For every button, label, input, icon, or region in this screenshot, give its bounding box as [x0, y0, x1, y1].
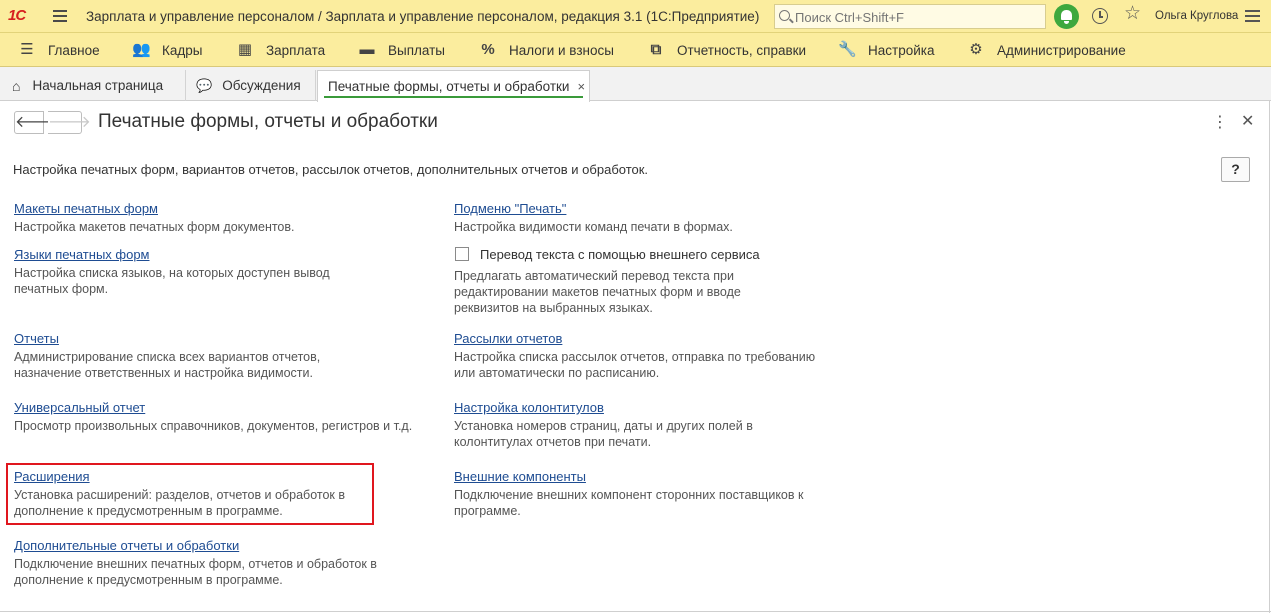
section-label: Отчетность, справки [677, 42, 807, 58]
print-form-languages-link[interactable]: Языки печатных форм [14, 247, 150, 262]
section-label: Кадры [162, 42, 203, 58]
percent-icon: % [481, 41, 495, 58]
section-main[interactable]: ☰ Главное [18, 33, 100, 67]
extensions-highlight-frame [6, 463, 374, 525]
page-title: Печатные формы, отчеты и обработки [98, 111, 438, 132]
section-salary[interactable]: ▦ Зарплата [236, 33, 325, 67]
help-button[interactable]: ? [1221, 157, 1250, 182]
search-box[interactable] [774, 4, 1046, 29]
app-title: Зарплата и управление персоналом / Зарпл… [86, 9, 760, 24]
list-item: Универсальный отчет Просмотр произвольны… [14, 400, 413, 433]
section-reporting[interactable]: ⧉ Отчетность, справки [647, 33, 806, 67]
section-label: Настройка [868, 42, 935, 58]
section-taxes[interactable]: % Налоги и взносы [479, 33, 614, 67]
print-submenu-link[interactable]: Подменю "Печать" [454, 201, 566, 216]
section-label: Выплаты [388, 42, 445, 58]
open-windows-tabs: ⌂ Начальная страница 💬 Обсуждения Печатн… [0, 67, 1271, 102]
reports-link[interactable]: Отчеты [14, 331, 59, 346]
print-form-templates-link[interactable]: Макеты печатных форм [14, 201, 158, 216]
section-payments[interactable]: ▬ Выплаты [358, 33, 446, 67]
list-item: Подменю "Печать" Настройка видимости ком… [454, 201, 733, 234]
section-hr[interactable]: 👥 Кадры [132, 33, 202, 67]
section-administration[interactable]: ⚙ Администрирование [967, 33, 1126, 67]
tab-print-forms[interactable]: Печатные формы, отчеты и обработки × [317, 70, 590, 102]
tab-label: Обсуждения [222, 78, 301, 93]
tab-home[interactable]: ⌂ Начальная страница [0, 70, 186, 101]
section-label: Налоги и взносы [509, 42, 614, 58]
chat-icon: 💬 [196, 77, 213, 93]
forward-button[interactable]: 🡒 [48, 111, 91, 134]
list-item: Рассылки отчетов Настройка списка рассыл… [454, 331, 816, 380]
external-components-link[interactable]: Внешние компоненты [454, 469, 586, 484]
close-tab-icon[interactable]: × [577, 79, 585, 94]
menu-icon: ☰ [20, 41, 34, 58]
title-bar: 1С Зарплата и управление персоналом / За… [0, 0, 1271, 33]
sections-panel: ☰ Главное 👥 Кадры ▦ Зарплата ▬ Выплаты %… [0, 33, 1271, 67]
wrench-icon: 🔧 [838, 41, 857, 58]
search-icon [779, 10, 790, 21]
tab-label: Печатные формы, отчеты и обработки [328, 79, 570, 94]
list-item: Языки печатных форм Настройка списка язы… [14, 247, 330, 296]
additional-reports-link[interactable]: Дополнительные отчеты и обработки [14, 538, 239, 553]
report-mailings-link[interactable]: Рассылки отчетов [454, 331, 562, 346]
list-item: Дополнительные отчеты и обработки Подклю… [14, 538, 377, 587]
settings-menu-icon[interactable] [1245, 10, 1260, 22]
window-border [0, 611, 1271, 612]
universal-report-link[interactable]: Универсальный отчет [14, 400, 145, 415]
gear-icon: ⚙ [969, 41, 983, 58]
main-menu-icon[interactable] [53, 10, 67, 22]
people-icon: 👥 [132, 41, 151, 58]
app-logo: 1С [8, 7, 26, 24]
wallet-icon: ▬ [359, 41, 375, 58]
more-actions-icon[interactable]: ⋮ [1212, 112, 1228, 132]
list-item: Предлагать автоматический перевод текста… [454, 269, 741, 315]
favorites-star-icon[interactable]: ☆ [1124, 4, 1141, 23]
form-description: Настройка печатных форм, вариантов отчет… [13, 162, 649, 177]
back-button[interactable]: 🡐 [14, 111, 58, 134]
translation-service-checkbox[interactable] [455, 247, 469, 261]
tab-discussions[interactable]: 💬 Обсуждения [186, 70, 316, 101]
section-label: Главное [48, 42, 100, 58]
notifications-bell-icon[interactable] [1054, 4, 1079, 29]
tab-label: Начальная страница [32, 78, 164, 93]
section-settings[interactable]: 🔧 Настройка [838, 33, 934, 67]
section-label: Администрирование [997, 42, 1126, 58]
close-form-icon[interactable]: ✕ [1241, 111, 1254, 131]
list-item: Внешние компоненты Подключение внешних к… [454, 469, 804, 518]
translation-service-label[interactable]: Перевод текста с помощью внешнего сервис… [480, 247, 760, 262]
history-icon[interactable] [1092, 8, 1108, 24]
list-item: Макеты печатных форм Настройка макетов п… [14, 201, 295, 234]
list-item: Настройка колонтитулов Установка номеров… [454, 400, 753, 449]
documents-icon: ⧉ [650, 41, 662, 58]
search-input[interactable] [795, 8, 1040, 26]
user-name[interactable]: Ольга Круглова [1155, 10, 1238, 22]
headers-footers-link[interactable]: Настройка колонтитулов [454, 400, 604, 415]
calculator-icon: ▦ [237, 41, 253, 58]
section-label: Зарплата [266, 42, 326, 58]
list-item: Отчеты Администрирование списка всех вар… [14, 331, 321, 380]
home-icon: ⌂ [12, 77, 21, 94]
window-border [1269, 101, 1270, 613]
